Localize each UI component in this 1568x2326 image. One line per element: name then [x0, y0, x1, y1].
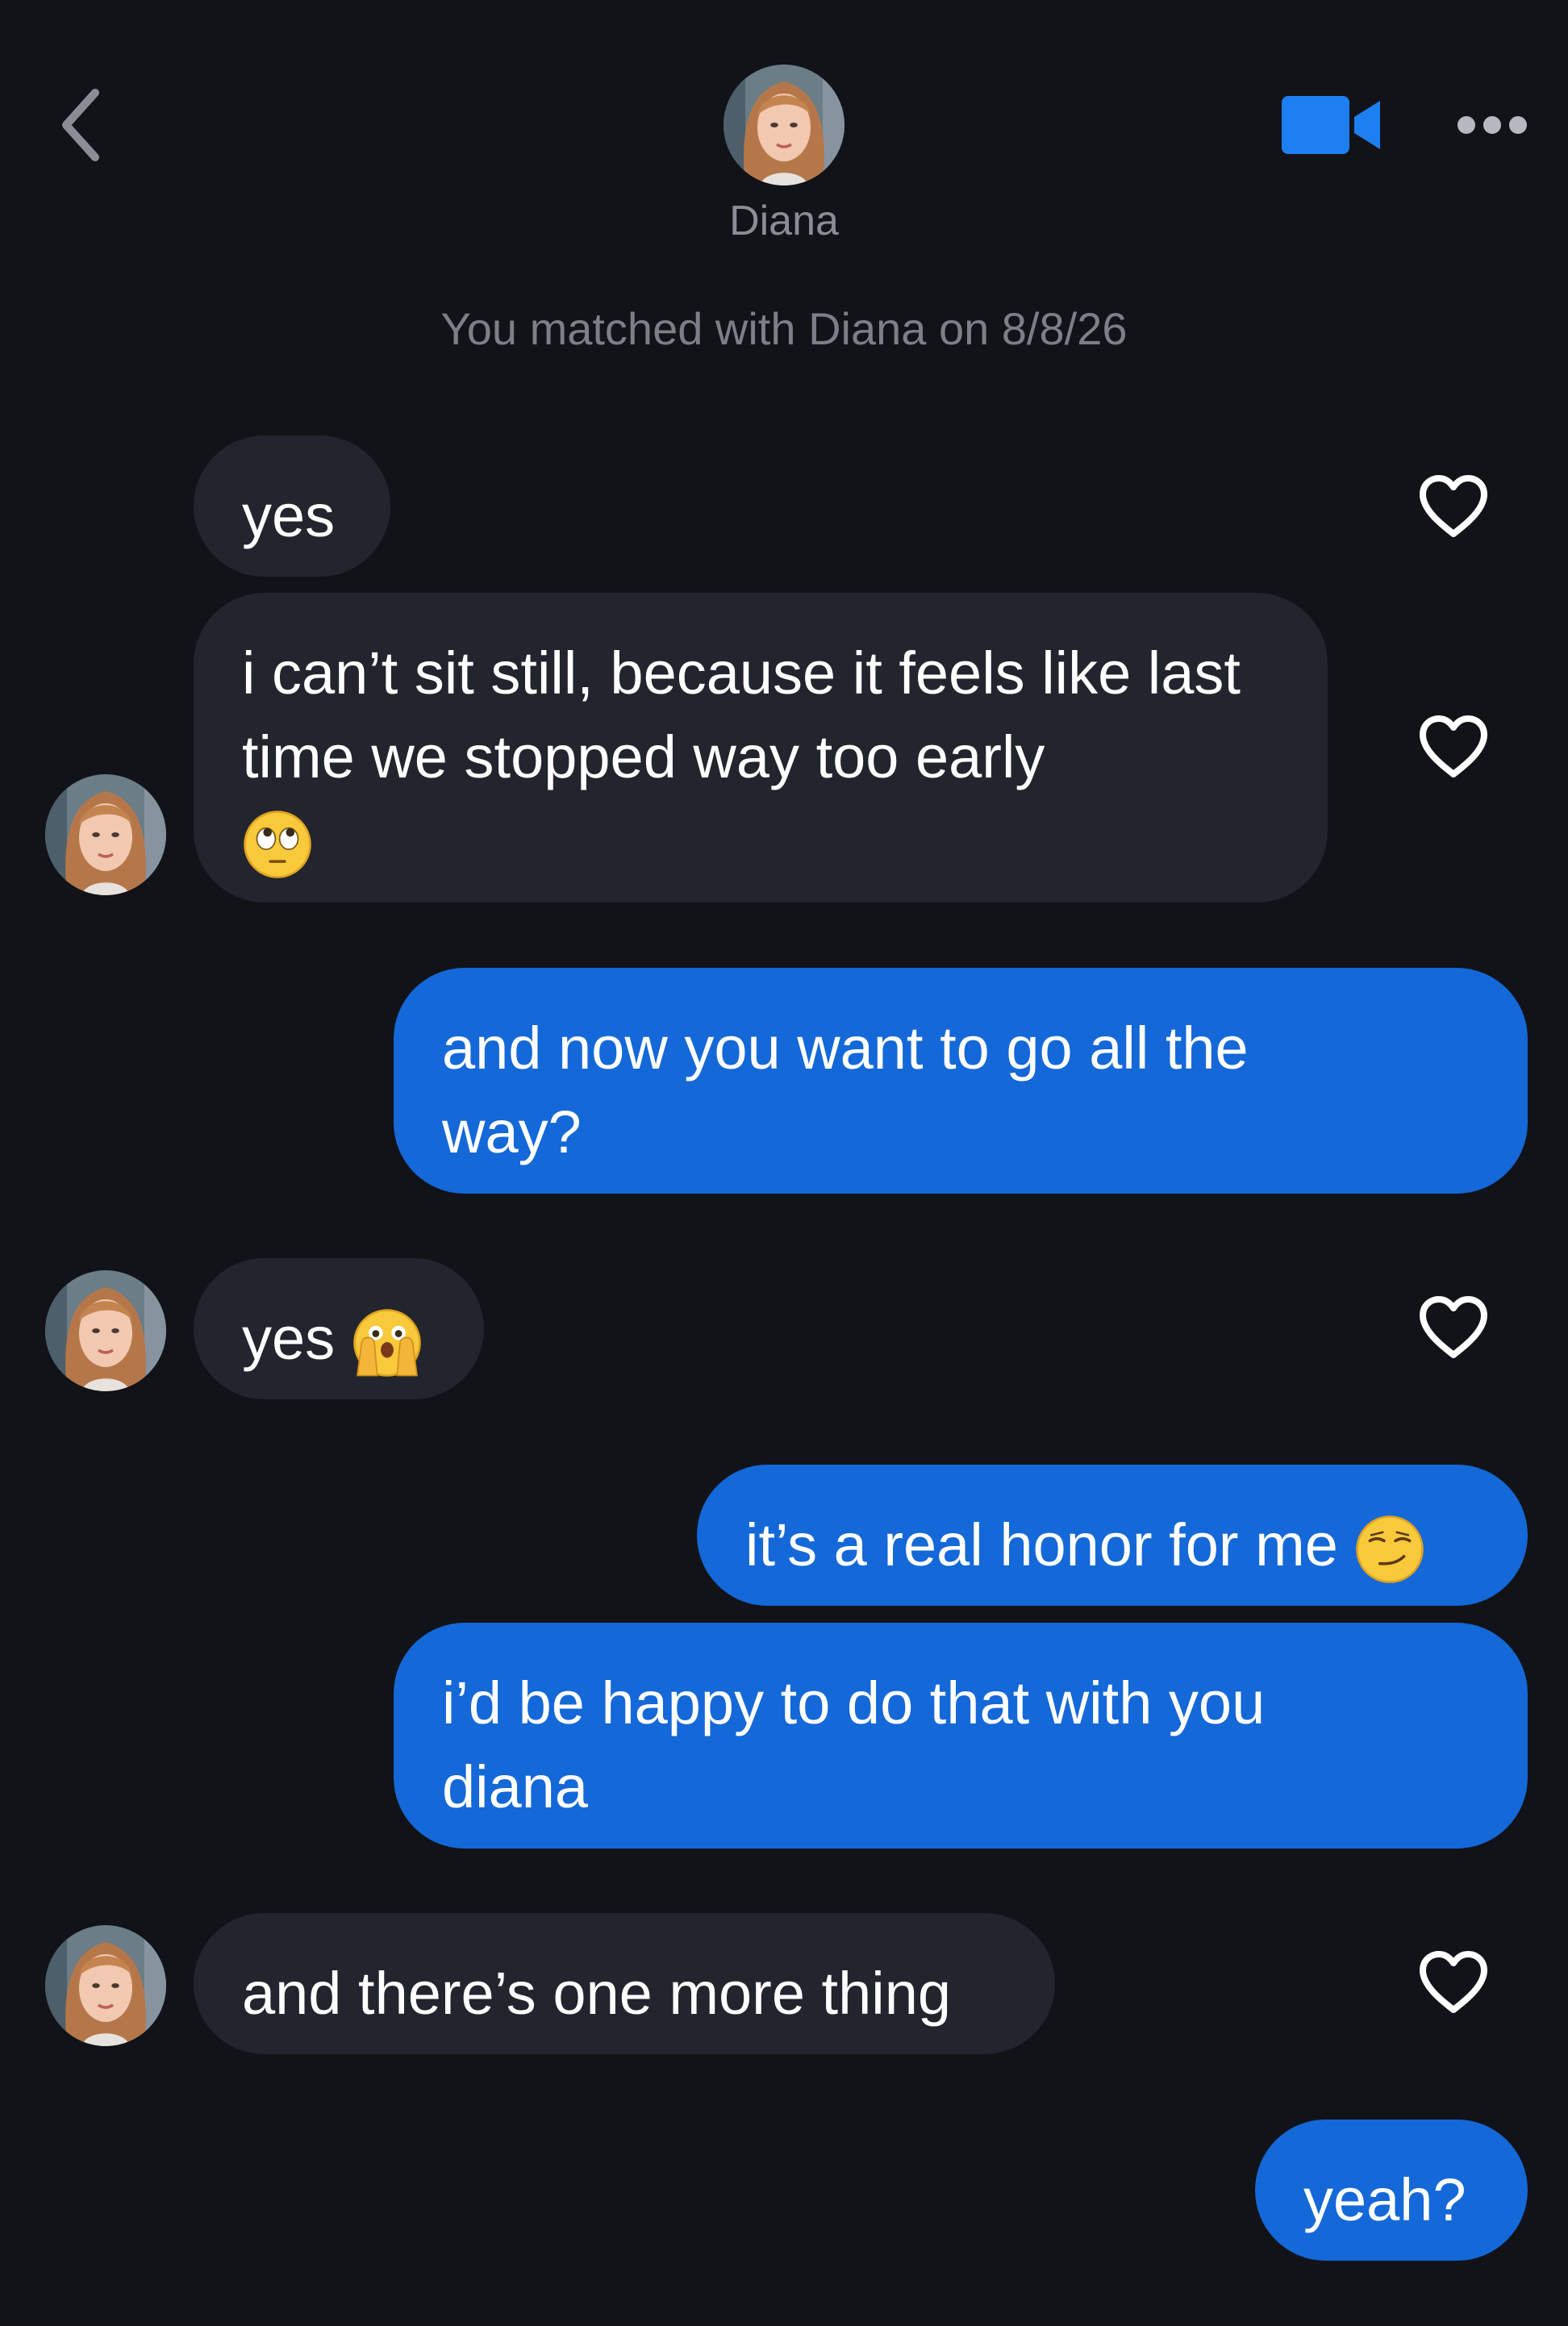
contact-avatar-small[interactable] [45, 774, 166, 895]
message-text: yes [242, 1297, 436, 1381]
outgoing-message[interactable]: it’s a real honor for me [697, 1465, 1528, 1606]
heart-like-icon[interactable] [1418, 1295, 1489, 1360]
contact-avatar-small[interactable] [45, 1925, 166, 2046]
incoming-message[interactable]: i can’t sit still, because it feels like… [194, 593, 1328, 902]
video-camera-icon [1282, 96, 1380, 154]
contact-name[interactable]: Diana [623, 197, 945, 245]
message-text: yeah? [1303, 2166, 1466, 2233]
message-text: and there’s one more thing [242, 1960, 952, 2027]
message-text: yes [242, 482, 336, 549]
smirking-face-icon [1354, 1514, 1425, 1585]
message-text: i’d be happy to do that with you diana [442, 1669, 1266, 1820]
outgoing-message[interactable]: yeah? [1255, 2120, 1528, 2261]
contact-photo [724, 65, 844, 185]
chevron-left-icon [62, 89, 99, 161]
message-text-content: it’s a real honor for me [745, 1511, 1338, 1578]
contact-avatar[interactable] [724, 65, 844, 185]
face-with-rolling-eyes-icon [242, 809, 313, 880]
face-with-hand-over-mouth-icon [352, 1307, 423, 1378]
contact-avatar-small[interactable] [45, 1270, 166, 1391]
video-call-button[interactable] [1278, 93, 1383, 157]
heart-like-icon[interactable] [1418, 1950, 1489, 2015]
message-text: and now you want to go all the way? [442, 1015, 1249, 1165]
heart-like-icon[interactable] [1418, 474, 1489, 539]
incoming-message[interactable]: and there’s one more thing [194, 1913, 1055, 2054]
message-text: it’s a real honor for me [745, 1503, 1479, 1587]
contact-photo [45, 774, 166, 895]
heart-like-icon[interactable] [1418, 715, 1489, 779]
contact-photo [45, 1270, 166, 1391]
outgoing-message[interactable]: i’d be happy to do that with you diana [394, 1623, 1528, 1849]
chat-header: Diana [0, 0, 1568, 266]
contact-photo [45, 1925, 166, 2046]
more-options-button[interactable] [1452, 101, 1533, 149]
back-button[interactable] [48, 81, 113, 169]
incoming-message[interactable]: yes [194, 436, 390, 577]
outgoing-message[interactable]: and now you want to go all the way? [394, 968, 1528, 1194]
match-date-note: You matched with Diana on 8/8/26 [440, 303, 1128, 354]
more-dots-icon [1457, 116, 1527, 134]
message-text-content: yes [242, 1305, 336, 1372]
message-text: i can’t sit still, because it feels like… [242, 640, 1241, 790]
incoming-message[interactable]: yes [194, 1258, 484, 1399]
